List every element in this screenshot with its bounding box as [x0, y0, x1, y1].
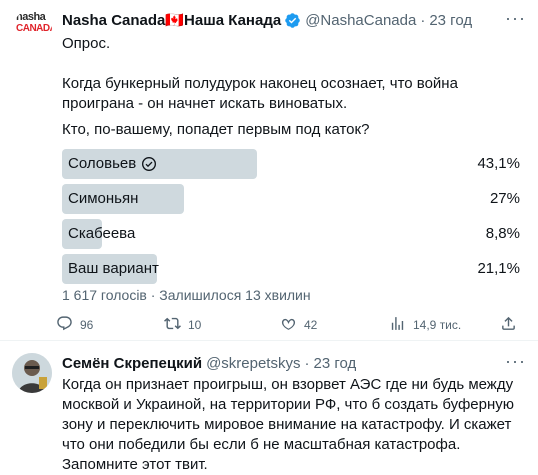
poll-option-label: Симоньян	[68, 190, 139, 207]
share-icon	[500, 315, 524, 335]
author-handle[interactable]: @NashaCanada	[305, 12, 416, 29]
tweet-header: Nasha Canada🇨🇦Наша Канада @NashaCanada ·…	[62, 9, 526, 30]
tweet-header: Семён Скрепецкий @skrepetskys · 23 год ·…	[62, 352, 526, 373]
poll-option-percent: 8,8%	[485, 225, 520, 242]
reply-icon	[56, 315, 80, 335]
separator-dot: ·	[420, 11, 426, 29]
reply-count: 96	[80, 318, 94, 332]
poll-option: Ваш вариант 21,1%	[62, 253, 520, 285]
poll-option-percent: 21,1%	[477, 260, 520, 277]
retweet-button[interactable]: 10	[164, 315, 201, 335]
tweet-2[interactable]: Семён Скрепецкий @skrepetskys · 23 год ·…	[0, 341, 538, 473]
heart-icon	[280, 315, 304, 335]
poll-option-label: Скабеева	[68, 225, 136, 242]
tweet-actions: 96 10 42 14,9 тис.	[56, 314, 526, 336]
tweet-text-line: Опрос.	[62, 35, 111, 52]
poll-option: Соловьев 43,1%	[62, 148, 520, 180]
avatar[interactable]	[12, 353, 52, 393]
poll-option-percent: 43,1%	[477, 155, 520, 172]
tweet-text-line: Когда бункерный полудурок наконец осозна…	[62, 75, 458, 112]
poll-option-label: Соловьев	[68, 155, 137, 172]
poll-meta: 1 617 голосів · Залишилося 13 хвилин	[62, 287, 311, 303]
avatar[interactable]: nasha CANADA	[12, 10, 52, 50]
retweet-count: 10	[188, 318, 202, 332]
author-handle[interactable]: @skrepetskys	[206, 355, 300, 372]
poll: Соловьев 43,1% Симоньян 27% Скабеева 8,8…	[62, 148, 520, 288]
poll-option: Скабеева 8,8%	[62, 218, 520, 250]
more-options-icon[interactable]: ···	[505, 352, 526, 370]
verified-badge-icon	[284, 12, 301, 29]
poll-option: Симоньян 27%	[62, 183, 520, 215]
more-options-icon[interactable]: ···	[505, 9, 526, 27]
poll-option-percent: 27%	[489, 190, 520, 207]
views-button[interactable]: 14,9 тис.	[389, 315, 461, 335]
timestamp[interactable]: 23 год	[429, 12, 472, 29]
separator-dot: ·	[304, 354, 310, 372]
poll-option-label: Ваш вариант	[68, 260, 159, 277]
views-count: 14,9 тис.	[413, 318, 462, 332]
like-button[interactable]: 42	[280, 315, 317, 335]
author-name[interactable]: Nasha Canada🇨🇦Наша Канада	[62, 11, 281, 29]
tweet-1[interactable]: nasha CANADA Nasha Canada🇨🇦Наша Канада @…	[0, 0, 538, 341]
tweet-text: Когда он признает проигрыш, он взорвет А…	[62, 376, 515, 473]
like-count: 42	[304, 318, 318, 332]
user-avatar-icon	[12, 353, 52, 393]
author-name[interactable]: Семён Скрепецкий	[62, 355, 202, 372]
retweet-icon	[164, 315, 188, 335]
tweet-text-line: Кто, по-вашему, попадет первым под каток…	[62, 121, 370, 138]
views-icon	[389, 315, 413, 335]
check-circle-icon	[141, 156, 157, 172]
share-button[interactable]	[500, 315, 524, 335]
timestamp[interactable]: 23 год	[313, 355, 356, 372]
reply-button[interactable]: 96	[56, 315, 93, 335]
nasha-canada-logo: nasha CANADA	[16, 11, 52, 35]
